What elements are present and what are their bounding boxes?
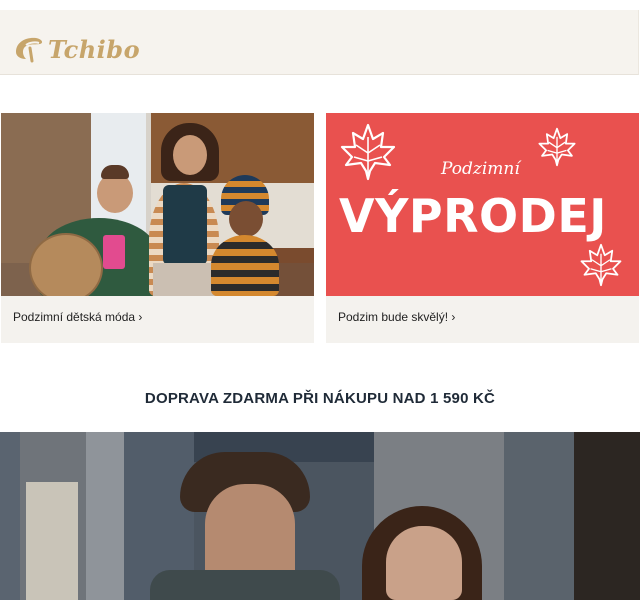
promo-tile-autumn-sale[interactable]: Podzimní VÝPRODEJ Podzim bude skvělý! › — [326, 113, 639, 343]
coffee-bean-logo-icon — [16, 37, 43, 63]
site-header: Tchibo — [0, 10, 639, 75]
maple-leaf-icon — [580, 243, 622, 287]
sale-subtitle: Podzimní — [441, 159, 520, 179]
logo-wordmark: Tchibo — [48, 34, 141, 64]
tile-caption-sale[interactable]: Podzim bude skvělý! › — [338, 310, 455, 324]
autumn-sale-image: Podzimní VÝPRODEJ — [326, 113, 639, 296]
free-shipping-banner: DOPRAVA ZDARMA PŘI NÁKUPU NAD 1 590 KČ — [144, 390, 496, 407]
promo-tile-kids-fashion[interactable]: Podzimní dětská móda › — [1, 113, 314, 343]
hero-image[interactable] — [0, 432, 640, 600]
maple-leaf-icon — [340, 123, 396, 181]
kids-fashion-image — [1, 113, 314, 296]
sale-title: VÝPRODEJ — [339, 189, 607, 243]
tile-caption-kids[interactable]: Podzimní dětská móda › — [13, 310, 142, 324]
maple-leaf-icon — [538, 127, 576, 167]
top-strip — [0, 0, 640, 10]
tchibo-logo[interactable]: Tchibo — [12, 32, 140, 66]
